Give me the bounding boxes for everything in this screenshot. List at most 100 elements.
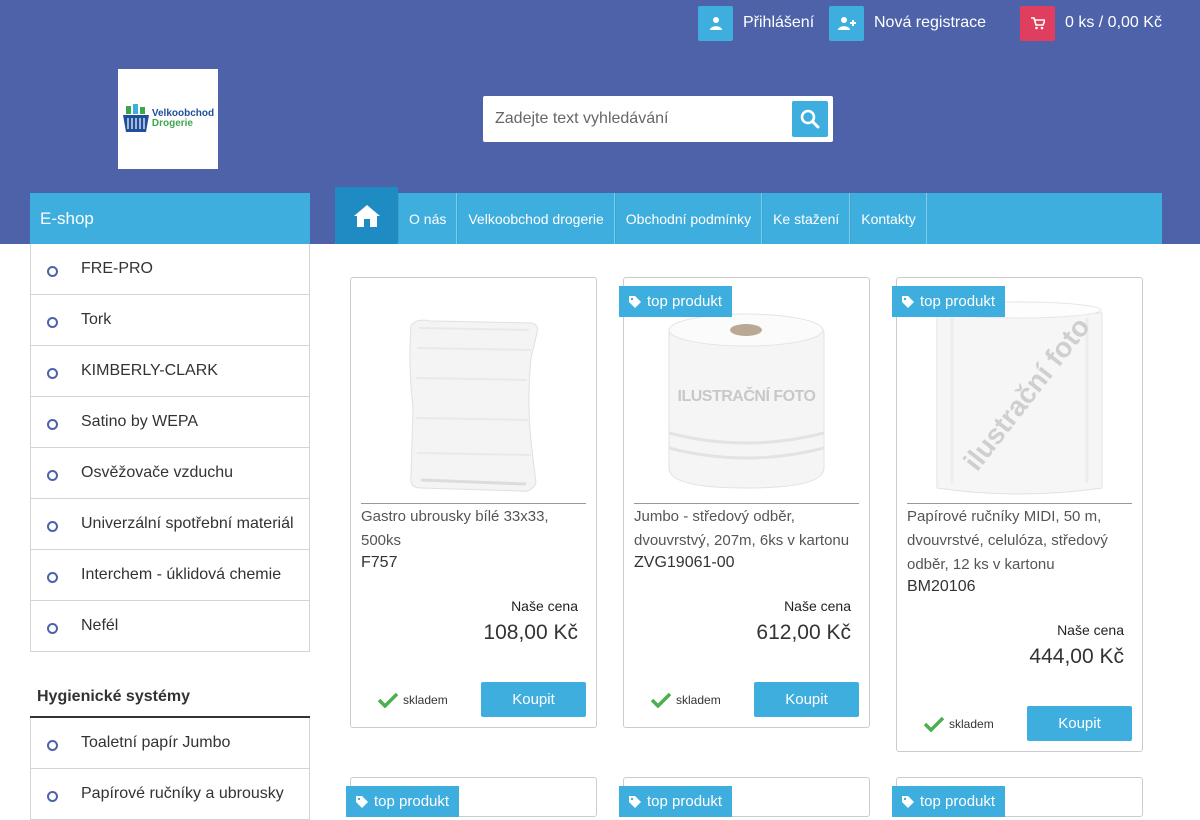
circle-bullet-icon	[47, 571, 58, 583]
check-icon	[651, 692, 671, 708]
product-price: 444,00 Kč	[1029, 645, 1124, 668]
user-icon	[698, 5, 733, 41]
product-card[interactable]: top produkt ILUSTRAČNÍ FOTO Jumbo - stře…	[619, 277, 870, 728]
badge-label: top produkt	[647, 793, 723, 810]
login-link[interactable]: Přihlášení	[698, 5, 814, 41]
category-item[interactable]: Interchem - úklidová chemie	[30, 550, 310, 601]
search-icon	[800, 109, 820, 129]
cart-summary: 0 ks / 0,00 Kč	[1065, 14, 1162, 31]
category-label: Satino by WEPA	[81, 413, 199, 430]
badge-label: top produkt	[920, 293, 996, 310]
nav-item-downloads[interactable]: Ke stažení	[762, 193, 851, 244]
category-item[interactable]: Osvěžovače vzduchu	[30, 448, 310, 499]
nav-item-about[interactable]: O nás	[398, 193, 458, 244]
badge-label: top produkt	[374, 793, 450, 810]
product-card[interactable]: top produkt	[619, 777, 870, 817]
category-label: Toaletní papír Jumbo	[81, 734, 231, 751]
product-name[interactable]: Jumbo - středový odběr, dvouvrstvý, 207m…	[634, 505, 859, 573]
illustration-watermark: ILUSTRAČNÍ FOTO	[677, 388, 816, 405]
top-product-badge: top produkt	[619, 286, 733, 317]
site-logo[interactable]: Velkoobchod Drogerie	[118, 69, 218, 169]
category-label: KIMBERLY-CLARK	[81, 362, 218, 379]
category-item[interactable]: Univerzální spotřební materiál	[30, 499, 310, 550]
circle-bullet-icon	[47, 622, 58, 634]
cart-link[interactable]: 0 ks / 0,00 Kč	[1020, 5, 1162, 41]
top-product-badge: top produkt	[892, 286, 1006, 317]
category-item[interactable]: FRE-PRO	[30, 244, 310, 295]
badge-label: top produkt	[647, 293, 723, 310]
circle-bullet-icon	[47, 367, 58, 379]
category-label: Nefél	[81, 617, 119, 634]
stock-label: skladem	[403, 693, 448, 707]
category-label: Univerzální spotřební materiál	[81, 515, 294, 532]
home-icon	[353, 204, 380, 227]
category-item[interactable]: Nefél	[30, 601, 310, 652]
product-name-text: Jumbo - středový odběr, dvouvrstvý, 207m…	[634, 508, 850, 549]
tag-icon	[902, 795, 914, 808]
circle-bullet-icon	[47, 520, 58, 532]
badge-label: top produkt	[920, 793, 996, 810]
search-box	[483, 96, 833, 142]
divider	[361, 503, 586, 504]
product-name[interactable]: Gastro ubrousky bílé 33x33, 500ks F757	[361, 505, 586, 573]
nav-item-contacts[interactable]: Kontakty	[850, 193, 927, 244]
eshop-title: E-shop	[30, 193, 310, 244]
product-image[interactable]: ILUSTRAČNÍ FOTO	[634, 288, 859, 498]
circle-bullet-icon	[47, 316, 58, 328]
tag-icon	[356, 795, 368, 808]
top-product-badge: top produkt	[619, 786, 733, 817]
category-item[interactable]: Papírové ručníky a ubrousky	[30, 769, 310, 820]
price-label: Naše cena	[1057, 622, 1124, 638]
product-code: F757	[361, 554, 398, 571]
category-label: FRE-PRO	[81, 260, 153, 277]
cart-icon	[1020, 5, 1055, 41]
circle-bullet-icon	[47, 418, 58, 430]
check-icon	[924, 716, 944, 732]
stock-status: skladem	[378, 692, 448, 708]
top-bar: Přihlášení Nová registrace 0 ks / 0,00 K…	[0, 5, 1200, 41]
product-code: BM20106	[907, 578, 976, 595]
stock-status: skladem	[924, 716, 994, 732]
check-icon	[378, 692, 398, 708]
product-card[interactable]: top produkt ilustrační foto Papírové ruč…	[892, 277, 1143, 752]
product-price: 108,00 Kč	[483, 621, 578, 644]
product-image[interactable]: ilustrační foto	[907, 288, 1132, 498]
main-nav: O nás Velkoobchod drogerie Obchodní podm…	[335, 187, 1162, 244]
buy-button[interactable]: Koupit	[1027, 706, 1132, 741]
buy-button[interactable]: Koupit	[481, 682, 586, 717]
product-card[interactable]: Gastro ubrousky bílé 33x33, 500ks F757 N…	[350, 277, 597, 728]
search-input[interactable]	[483, 96, 788, 142]
section-heading-hygiene: Hygienické systémy	[30, 652, 310, 718]
stock-label: skladem	[949, 717, 994, 731]
category-item[interactable]: Satino by WEPA	[30, 397, 310, 448]
circle-bullet-icon	[47, 469, 58, 481]
category-sidebar: FRE-PRO Tork KIMBERLY-CLARK Satino by WE…	[30, 244, 310, 820]
home-button[interactable]	[335, 187, 398, 244]
product-name[interactable]: Papírové ručníky MIDI, 50 m, dvouvrstvé,…	[907, 505, 1132, 597]
nav-item-wholesale[interactable]: Velkoobchod drogerie	[457, 193, 615, 244]
category-label: Tork	[81, 311, 112, 328]
tag-icon	[629, 795, 641, 808]
stock-status: skladem	[651, 692, 721, 708]
product-card[interactable]: top produkt	[346, 777, 597, 817]
category-label: Papírové ručníky a ubrousky	[81, 785, 284, 802]
product-name-text: Papírové ručníky MIDI, 50 m, dvouvrstvé,…	[907, 508, 1108, 573]
search-button[interactable]	[792, 101, 828, 137]
category-item[interactable]: Tork	[30, 295, 310, 346]
tag-icon	[629, 295, 641, 308]
divider	[907, 503, 1132, 504]
product-name-text: Gastro ubrousky bílé 33x33, 500ks	[361, 508, 549, 549]
product-image[interactable]	[361, 288, 586, 498]
product-card[interactable]: top produkt	[892, 777, 1143, 817]
nav-item-terms[interactable]: Obchodní podmínky	[614, 193, 763, 244]
buy-button[interactable]: Koupit	[754, 682, 859, 717]
category-item[interactable]: Toaletní papír Jumbo	[30, 718, 310, 769]
register-link[interactable]: Nová registrace	[829, 5, 986, 41]
price-label: Naše cena	[511, 598, 578, 614]
product-code: ZVG19061-00	[634, 554, 735, 571]
top-product-badge: top produkt	[892, 786, 1006, 817]
user-plus-icon	[829, 5, 864, 41]
category-item[interactable]: KIMBERLY-CLARK	[30, 346, 310, 397]
login-label: Přihlášení	[743, 14, 815, 31]
category-label: Osvěžovače vzduchu	[81, 464, 234, 481]
